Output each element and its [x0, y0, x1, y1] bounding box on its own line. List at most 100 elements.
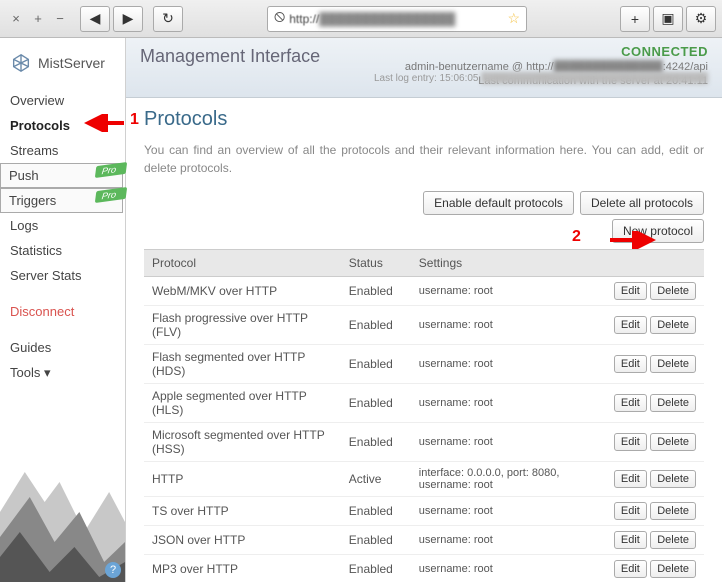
pro-badge: Pro	[95, 162, 127, 178]
delete-button[interactable]: Delete	[650, 560, 696, 578]
new-protocol-button[interactable]: New protocol	[612, 219, 704, 243]
sidebar: MistServer Overview Protocols Streams Pu…	[0, 38, 126, 582]
page-title: Protocols	[144, 108, 704, 131]
cell-actions: Edit Delete	[606, 462, 704, 497]
tab-controls: × + −	[6, 9, 70, 29]
help-icon[interactable]: ?	[105, 562, 121, 578]
cell-settings: username: root	[411, 497, 606, 526]
cell-actions: Edit Delete	[606, 526, 704, 555]
cell-actions: Edit Delete	[606, 497, 704, 526]
cell-protocol: Flash segmented over HTTP (HDS)	[144, 345, 341, 384]
shield-icon: 🛇	[274, 9, 285, 28]
sidebar-item-statistics[interactable]: Statistics	[0, 238, 125, 263]
enable-defaults-button[interactable]: Enable default protocols	[423, 191, 574, 215]
caret-down-icon: ▾	[44, 365, 51, 380]
cell-settings: username: root	[411, 345, 606, 384]
url-bar[interactable]: 🛇 http://████████████████ ☆	[267, 6, 527, 32]
cell-settings: username: root	[411, 306, 606, 345]
cell-settings: interface: 0.0.0.0, port: 8080, username…	[411, 462, 606, 497]
delete-button[interactable]: Delete	[650, 502, 696, 520]
delete-button[interactable]: Delete	[650, 433, 696, 451]
cell-settings: username: root	[411, 555, 606, 583]
edit-button[interactable]: Edit	[614, 560, 647, 578]
bookmark-icon: ▣	[661, 10, 674, 27]
table-row: Flash segmented over HTTP (HDS)Enabledus…	[144, 345, 704, 384]
sidebar-item-push[interactable]: PushPro	[0, 163, 123, 188]
delete-button[interactable]: Delete	[650, 355, 696, 373]
cell-actions: Edit Delete	[606, 277, 704, 306]
cell-protocol: HTTP	[144, 462, 341, 497]
sidebar-item-streams[interactable]: Streams	[0, 138, 125, 163]
edit-button[interactable]: Edit	[614, 282, 647, 300]
bookmarks-button[interactable]: ▣	[653, 6, 683, 32]
browser-toolbar: × + − ◀ ▶ ↻ 🛇 http://████████████████ ☆ …	[0, 0, 722, 38]
cell-actions: Edit Delete	[606, 306, 704, 345]
col-status: Status	[341, 250, 411, 277]
url-text: http://████████████████	[289, 12, 503, 26]
star-icon[interactable]: ☆	[507, 10, 520, 27]
delete-button[interactable]: Delete	[650, 394, 696, 412]
cell-actions: Edit Delete	[606, 384, 704, 423]
forward-button[interactable]: ▶	[113, 6, 143, 32]
new-tab-button[interactable]: +	[620, 6, 650, 32]
sidebar-footer: ?	[0, 386, 125, 582]
sidebar-item-label: Tools	[10, 365, 40, 380]
action-row-2: New protocol	[144, 219, 704, 243]
table-row: HTTPActiveinterface: 0.0.0.0, port: 8080…	[144, 462, 704, 497]
delete-all-button[interactable]: Delete all protocols	[580, 191, 704, 215]
edit-button[interactable]: Edit	[614, 531, 647, 549]
cell-settings: username: root	[411, 423, 606, 462]
col-protocol: Protocol	[144, 250, 341, 277]
cell-status: Enabled	[341, 345, 411, 384]
sidebar-item-protocols[interactable]: Protocols	[0, 113, 125, 138]
cell-status: Enabled	[341, 423, 411, 462]
cell-status: Active	[341, 462, 411, 497]
tab-minimize[interactable]: −	[50, 9, 70, 29]
sidebar-item-guides[interactable]: Guides	[0, 335, 125, 360]
content-header: Management Interface CONNECTED admin-ben…	[126, 38, 722, 98]
mistserver-logo-icon	[10, 52, 32, 74]
delete-button[interactable]: Delete	[650, 316, 696, 334]
edit-button[interactable]: Edit	[614, 470, 647, 488]
annotation-number-1: 1	[130, 111, 139, 129]
edit-button[interactable]: Edit	[614, 355, 647, 373]
protocols-table: Protocol Status Settings WebM/MKV over H…	[144, 249, 704, 582]
sidebar-item-overview[interactable]: Overview	[0, 88, 125, 113]
user-api-line: admin-benutzername @ http://████████████…	[405, 61, 708, 73]
sidebar-item-logs[interactable]: Logs	[0, 213, 125, 238]
tab-new[interactable]: +	[28, 9, 48, 29]
edit-button[interactable]: Edit	[614, 433, 647, 451]
cell-status: Enabled	[341, 526, 411, 555]
cell-protocol: WebM/MKV over HTTP	[144, 277, 341, 306]
cell-settings: username: root	[411, 526, 606, 555]
reload-icon: ↻	[162, 10, 174, 27]
mountains-illustration	[0, 442, 125, 582]
sidebar-item-tools[interactable]: Tools ▾	[0, 360, 125, 386]
back-button[interactable]: ◀	[80, 6, 110, 32]
cell-settings: username: root	[411, 277, 606, 306]
settings-button[interactable]: ⚙	[686, 6, 716, 32]
table-row: Microsoft segmented over HTTP (HSS)Enabl…	[144, 423, 704, 462]
sidebar-item-server-stats[interactable]: Server Stats	[0, 263, 125, 288]
cell-protocol: TS over HTTP	[144, 497, 341, 526]
forward-icon: ▶	[123, 10, 134, 27]
tab-close[interactable]: ×	[6, 9, 26, 29]
sidebar-item-triggers[interactable]: TriggersPro	[0, 188, 123, 213]
edit-button[interactable]: Edit	[614, 394, 647, 412]
edit-button[interactable]: Edit	[614, 316, 647, 334]
cell-protocol: Apple segmented over HTTP (HLS)	[144, 384, 341, 423]
delete-button[interactable]: Delete	[650, 282, 696, 300]
cell-protocol: Microsoft segmented over HTTP (HSS)	[144, 423, 341, 462]
cell-status: Enabled	[341, 497, 411, 526]
cell-protocol: JSON over HTTP	[144, 526, 341, 555]
disconnect-link[interactable]: Disconnect	[0, 298, 125, 325]
delete-button[interactable]: Delete	[650, 470, 696, 488]
reload-button[interactable]: ↻	[153, 6, 183, 32]
cell-settings: username: root	[411, 384, 606, 423]
annotation-number-2: 2	[572, 228, 581, 246]
edit-button[interactable]: Edit	[614, 502, 647, 520]
delete-button[interactable]: Delete	[650, 531, 696, 549]
app-container: MistServer Overview Protocols Streams Pu…	[0, 38, 722, 582]
page-description: You can find an overview of all the prot…	[144, 141, 704, 177]
table-row: WebM/MKV over HTTPEnabledusername: rootE…	[144, 277, 704, 306]
